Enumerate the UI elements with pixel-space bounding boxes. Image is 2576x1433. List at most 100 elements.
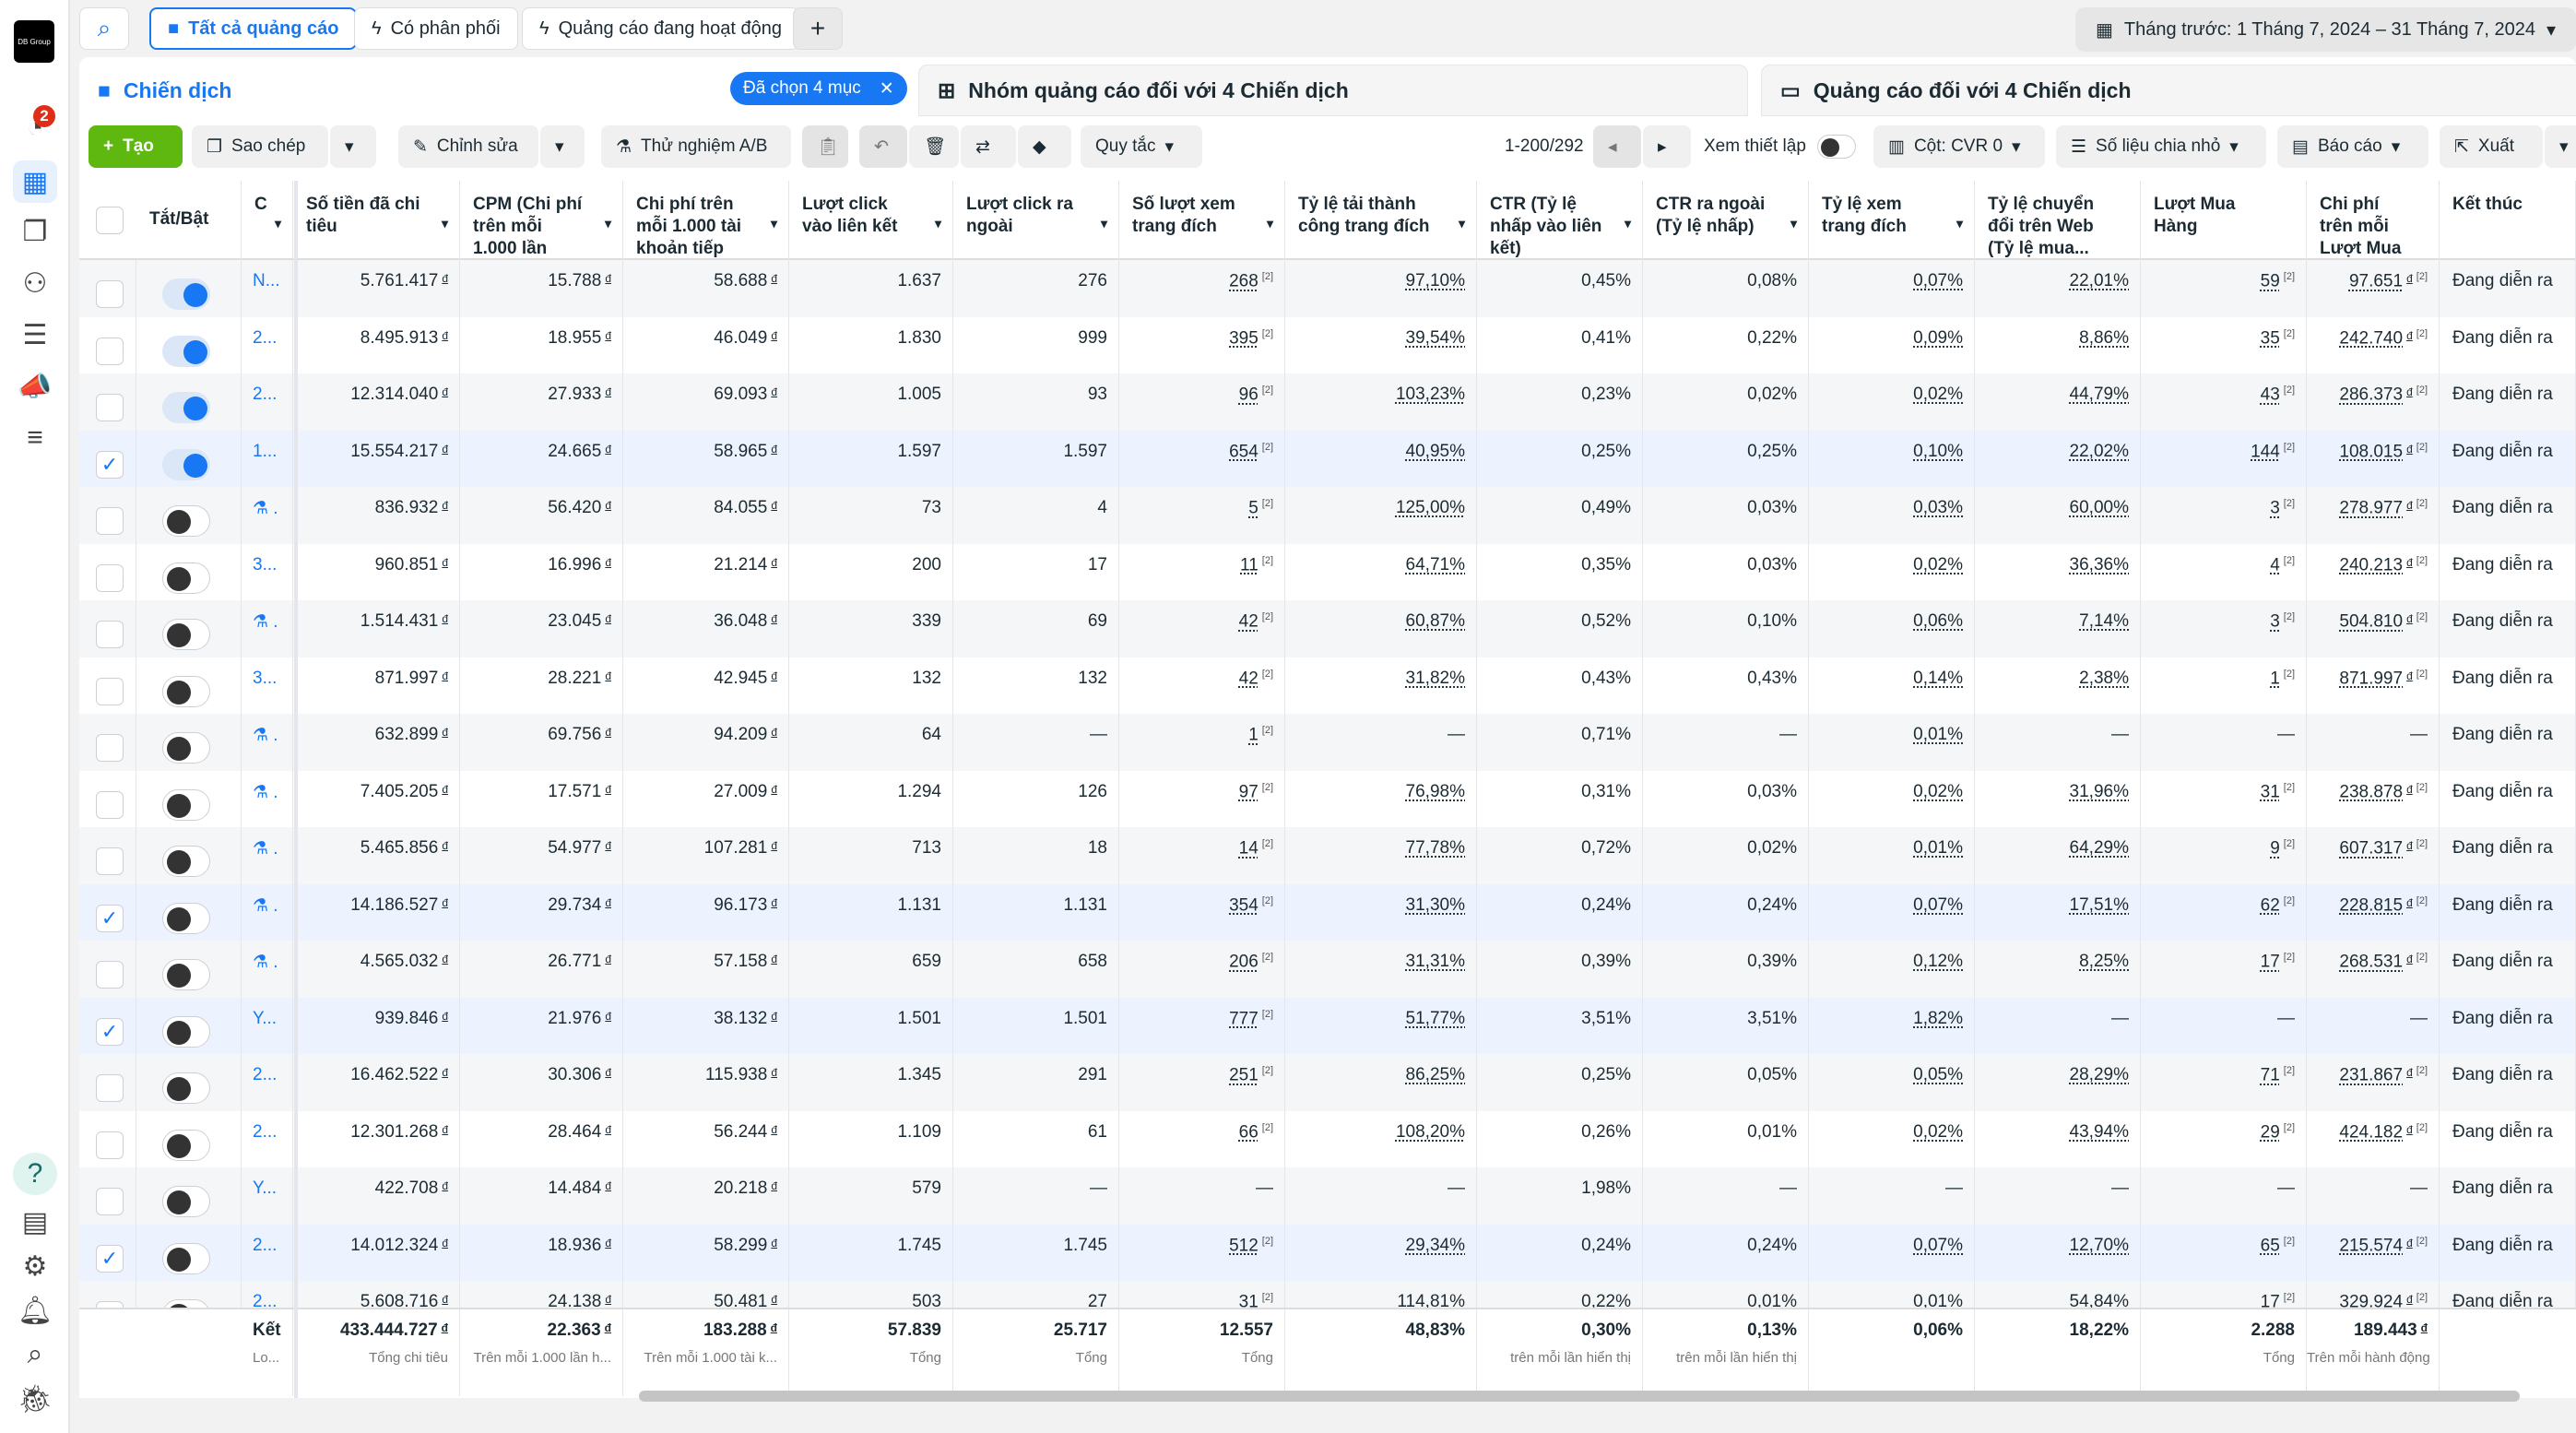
search-icon[interactable]: ⌕: [13, 1333, 57, 1376]
footnote-marker[interactable]: [2]: [2416, 838, 2428, 849]
on-off-toggle[interactable]: [162, 448, 210, 480]
select-all-checkbox[interactable]: [96, 207, 124, 234]
on-off-toggle[interactable]: [162, 1242, 210, 1274]
filter-active-ads[interactable]: ϟ Quảng cáo đang hoạt động: [522, 7, 800, 50]
duplicate-button[interactable]: ❐ Sao chép: [192, 125, 328, 168]
database-icon[interactable]: ☰: [13, 314, 57, 356]
campaign-name-link[interactable]: 2...: [242, 1054, 293, 1111]
pages-icon[interactable]: ❐: [13, 210, 57, 253]
footnote-marker[interactable]: [2]: [2416, 385, 2428, 396]
view-setup-toggle[interactable]: Xem thiết lập: [1704, 125, 1856, 168]
campaign-name-link[interactable]: 2...: [242, 316, 293, 373]
on-off-toggle[interactable]: [162, 392, 210, 423]
column-header[interactable]: CTR (Tỷ lệ nhấp vào liên kết) ▾: [1477, 181, 1643, 260]
edit-button[interactable]: ✎ Chỉnh sửa: [398, 125, 538, 168]
help-icon[interactable]: ?: [13, 1153, 57, 1195]
column-header[interactable]: Lượt click vào liên kết ▾: [789, 181, 953, 260]
column-header[interactable]: Tỷ lệ chuyển đổi trên Web (Tỷ lệ mua...: [1975, 181, 2141, 260]
table-row[interactable]: ✓ 1... 15.554.217 đ 24.665 đ 58.965 đ 1.597 1.597…: [79, 430, 2576, 487]
footnote-marker[interactable]: [2]: [2416, 952, 2428, 963]
table-row[interactable]: 2... 8.495.913 đ 18.955 đ 46.049 đ 1.830 999 395[…: [79, 316, 2576, 373]
row-checkbox[interactable]: [96, 790, 124, 819]
column-header[interactable]: Chi phí trên mỗi 1.000 tài khoản tiếp cậ…: [623, 181, 789, 260]
row-checkbox[interactable]: [96, 961, 124, 989]
bug-icon[interactable]: 🐞︎: [13, 1378, 57, 1420]
footnote-marker[interactable]: [2]: [2284, 555, 2295, 566]
table-row[interactable]: 2... 12.314.040 đ 27.933 đ 69.093 đ 1.005 93 96 [2…: [79, 373, 2576, 431]
table-grid-icon[interactable]: ▦: [13, 160, 57, 203]
on-off-toggle[interactable]: [162, 1186, 210, 1217]
row-checkbox[interactable]: [96, 621, 124, 648]
row-checkbox[interactable]: [96, 734, 124, 762]
footnote-marker[interactable]: [2]: [2416, 669, 2428, 680]
footnote-marker[interactable]: [2]: [1262, 895, 1273, 906]
export-button[interactable]: ⇱ Xuất: [2440, 125, 2543, 168]
footnote-marker[interactable]: [2]: [1262, 442, 1273, 453]
column-header[interactable]: Tỷ lệ xem trang đích ▾: [1809, 181, 1975, 260]
table-row[interactable]: ✓ 2... 14.012.324 đ 18.936 đ 58.299 đ 1.745 1.745…: [79, 1224, 2576, 1281]
on-off-toggle[interactable]: [162, 846, 210, 877]
row-checkbox[interactable]: [96, 507, 124, 535]
column-header[interactable]: Lượt click ra ngoài ▾: [953, 181, 1119, 260]
prev-page-button[interactable]: ◂: [1593, 125, 1641, 168]
on-off-toggle[interactable]: [162, 1015, 210, 1048]
footnote-marker[interactable]: [2]: [1262, 952, 1273, 963]
table-row[interactable]: 3... 960.851 đ 16.996 đ 21.214 đ 200 17 11 [2] 64,7…: [79, 543, 2576, 600]
megaphone-settings-icon[interactable]: 📣: [13, 365, 57, 408]
footnote-marker[interactable]: [2]: [1262, 611, 1273, 622]
add-filter-button[interactable]: +: [793, 7, 843, 50]
footnote-marker[interactable]: [2]: [1262, 725, 1273, 736]
on-off-toggle[interactable]: [162, 619, 210, 650]
table-row[interactable]: Y... 422.708 đ 14.484 đ 20.218 đ 579— — —1,98% — — —…: [79, 1167, 2576, 1225]
campaign-name-link[interactable]: 1...: [242, 430, 293, 487]
toggle-switch[interactable]: [1816, 135, 1856, 159]
footnote-marker[interactable]: [2]: [2284, 271, 2295, 282]
news-icon[interactable]: ▤: [13, 1201, 57, 1243]
selected-chip[interactable]: Đã chọn 4 mục ✕: [730, 72, 907, 105]
footnote-marker[interactable]: [2]: [2284, 498, 2295, 509]
footnote-marker[interactable]: [2]: [1262, 498, 1273, 509]
on-off-toggle[interactable]: [162, 788, 210, 821]
footnote-marker[interactable]: [2]: [1262, 782, 1273, 793]
footnote-marker[interactable]: [2]: [2416, 271, 2428, 282]
swap-button[interactable]: ⇄: [961, 125, 1016, 168]
footnote-marker[interactable]: [2]: [1262, 838, 1273, 849]
footnote-marker[interactable]: [2]: [1262, 1122, 1273, 1133]
row-checkbox[interactable]: ✓: [96, 450, 124, 479]
footnote-marker[interactable]: [2]: [2416, 498, 2428, 509]
campaign-name-link[interactable]: ⚗ .: [242, 714, 293, 771]
account-logo[interactable]: DB Group: [14, 20, 54, 63]
footnote-marker[interactable]: [2]: [2284, 611, 2295, 622]
footnote-marker[interactable]: [2]: [2284, 895, 2295, 906]
campaign-name-link[interactable]: ⚗ .: [242, 770, 293, 827]
row-checkbox[interactable]: [96, 847, 124, 875]
table-row[interactable]: ✓ Y... 939.846 đ 21.976 đ 38.132 đ 1.501 1.501 777…: [79, 997, 2576, 1054]
delete-button[interactable]: 🗑︎: [909, 125, 959, 168]
create-button[interactable]: + Tạo: [89, 125, 183, 168]
bell-icon[interactable]: 🔔︎: [13, 1289, 57, 1332]
footnote-marker[interactable]: [2]: [2416, 895, 2428, 906]
footnote-marker[interactable]: [2]: [1262, 1065, 1273, 1076]
row-checkbox[interactable]: ✓: [96, 1244, 124, 1273]
undo-button[interactable]: ↶: [859, 125, 907, 168]
campaign-name-link[interactable]: ⚗ .: [242, 883, 293, 941]
filter-delivering[interactable]: ϟ Có phân phối: [354, 7, 518, 50]
footnote-marker[interactable]: [2]: [1262, 328, 1273, 339]
reports-dropdown[interactable]: ▤ Báo cáo ▾: [2277, 125, 2428, 168]
row-checkbox[interactable]: ✓: [96, 904, 124, 932]
row-checkbox[interactable]: [96, 337, 124, 365]
table-row[interactable]: 2... 12.301.268 đ 28.464 đ 56.244 đ 1.109 61 66 [2…: [79, 1110, 2576, 1167]
footnote-marker[interactable]: [2]: [2284, 669, 2295, 680]
on-off-toggle[interactable]: [162, 675, 210, 707]
row-checkbox[interactable]: [96, 563, 124, 592]
sort-icon[interactable]: ▾: [1459, 212, 1465, 234]
column-header[interactable]: Tỷ lệ tải thành công trang đích ▾: [1285, 181, 1477, 260]
on-off-toggle[interactable]: [162, 1129, 210, 1161]
column-header[interactable]: Chi phí trên mỗi Lượt Mua Hàng: [2307, 181, 2440, 260]
campaign-name-link[interactable]: 2...: [242, 1224, 293, 1281]
search-button[interactable]: ⌕: [79, 7, 129, 50]
sort-icon[interactable]: ▾: [442, 212, 448, 234]
columns-dropdown[interactable]: ▥ Cột: CVR 0 ▾: [1873, 125, 2045, 168]
speedometer-icon[interactable]: ◔ 2: [13, 105, 57, 149]
on-off-toggle[interactable]: [162, 902, 210, 934]
